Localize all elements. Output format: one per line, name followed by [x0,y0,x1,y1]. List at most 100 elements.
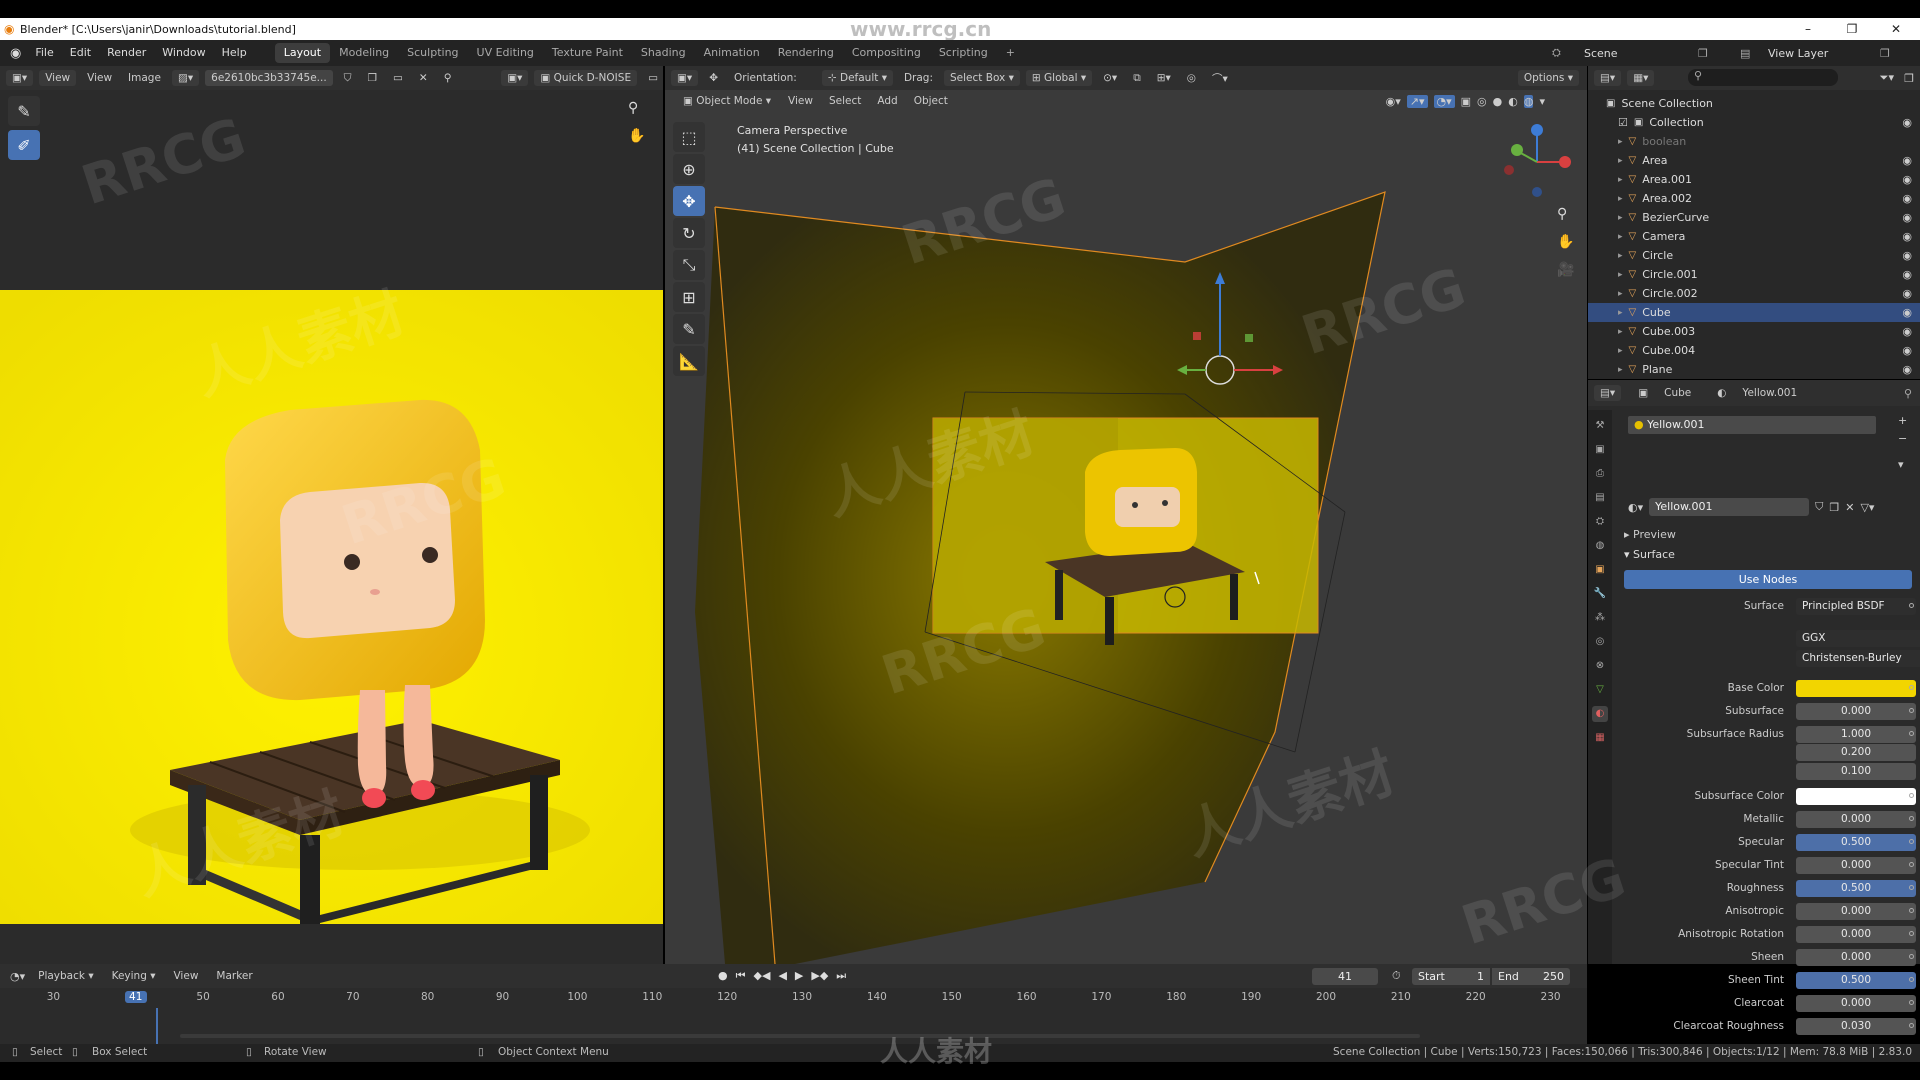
filter-icon[interactable]: ⏷▾ [1880,71,1894,85]
pin-icon[interactable]: ⚲ [1904,387,1912,400]
view-layer-tab-icon[interactable]: ▤ [1592,490,1608,506]
eye-icon[interactable]: ◉ [1902,344,1912,357]
eye-icon[interactable]: ◉ [1902,363,1912,376]
value-field[interactable]: 0.000 [1796,949,1916,966]
editor-type-icon[interactable]: ◔▾ [10,970,25,983]
expand-arrow-icon[interactable]: ▸ [1618,156,1623,166]
menu-edit[interactable]: Edit [62,40,99,66]
outliner-item[interactable]: ▸ ▽ Camera ◉ [1588,227,1920,246]
eye-icon[interactable]: ◉ [1902,211,1912,224]
object-tab-icon[interactable]: ▣ [1592,562,1608,578]
play-icon[interactable]: ▶ [795,969,803,983]
wireframe-shading-icon[interactable]: ◎ [1477,95,1487,108]
eye-icon[interactable]: ◉ [1902,325,1912,338]
data-tab-icon[interactable]: ▽ [1592,682,1608,698]
eye-icon[interactable]: ◉ [1902,192,1912,205]
tab-animation[interactable]: Animation [695,43,769,63]
texture-tab-icon[interactable]: ▦ [1592,730,1608,746]
outliner-item[interactable]: ▸ ▽ Area.001 ◉ [1588,170,1920,189]
prev-keyframe-icon[interactable]: ◆◀ [754,969,771,983]
expand-arrow-icon[interactable]: ▸ [1618,194,1623,204]
subsurface-method-dropdown[interactable]: Christensen-Burley [1796,650,1920,667]
world-tab-icon[interactable]: ◍ [1592,538,1608,554]
keyframe-dot-icon[interactable] [1909,816,1914,821]
eye-icon[interactable]: ◉ [1902,173,1912,186]
quick-denoise-button[interactable]: ▣ Quick D-NOISE [534,70,638,86]
color-swatch[interactable] [1796,788,1916,805]
expand-arrow-icon[interactable]: ▸ [1618,365,1623,375]
tab-scripting[interactable]: Scripting [930,43,997,63]
eye-icon[interactable]: ◉ [1902,249,1912,262]
keyframe-dot-icon[interactable] [1909,793,1914,798]
view-mode-dropdown[interactable]: View [39,70,77,86]
render-slot-icon[interactable]: ▭ [643,70,663,86]
scene-tab-icon[interactable]: ⛭ [1592,514,1608,530]
keyframe-dot-icon[interactable] [1909,885,1914,890]
pin-icon[interactable]: ⚲ [439,70,457,86]
hand-pan-icon[interactable]: ✋ [628,128,645,144]
material-slot-item[interactable]: ● Yellow.001 [1628,416,1876,434]
outliner-item[interactable]: ▸ ▽ BezierCurve ◉ [1588,208,1920,227]
outliner-item[interactable]: ▸ ▽ Plane ◉ [1588,360,1920,379]
value-field[interactable]: 0.500 [1796,880,1916,897]
eye-icon[interactable]: ◉ [1902,268,1912,281]
material-shading-icon[interactable]: ◐ [1508,95,1518,108]
tab-texture-paint[interactable]: Texture Paint [543,43,632,63]
pivot-icon[interactable]: ⊙▾ [1098,70,1122,86]
preview-panel-header[interactable]: ▸ Preview [1624,528,1676,541]
display-channels-icon[interactable]: ▣▾ [501,70,529,86]
outliner-item[interactable]: ▸ ▽ Circle.001 ◉ [1588,265,1920,284]
annotate-tool-icon[interactable]: ✎ [673,314,705,344]
blender-menu-icon[interactable]: ◉ [10,46,21,61]
snap-icon[interactable]: ⧉ [1128,70,1146,87]
menu-keying[interactable]: Keying ▾ [107,968,161,984]
keyframe-dot-icon[interactable] [1909,1000,1914,1005]
menu-render[interactable]: Render [99,40,154,66]
editor-type-icon[interactable]: ▣▾ [671,70,699,86]
outliner-item[interactable]: ▸ ▽ Area.002 ◉ [1588,189,1920,208]
view-layer-selector[interactable]: View Layer [1768,47,1828,60]
outliner-item[interactable]: ▸ ▽ Cube ◉ [1588,303,1920,322]
expand-arrow-icon[interactable]: ▸ [1618,308,1623,318]
zoom-icon[interactable]: ⚲ [628,100,638,116]
outliner-item[interactable]: ▸ ▽ boolean [1588,132,1920,151]
transform-tool-icon[interactable]: ⊞ [673,282,705,312]
slot-menu-icon[interactable]: ▾ [1898,458,1904,471]
clock-icon[interactable]: ⏱ [1392,969,1401,983]
close-button[interactable]: ✕ [1876,18,1916,40]
menu-image[interactable]: Image [123,70,166,86]
duplicate-icon[interactable]: ❐ [1829,501,1839,514]
timeline-scrollbar[interactable] [180,1034,1420,1038]
current-frame-field[interactable]: 41 [1312,967,1378,985]
value-field[interactable]: 0.000 [1796,926,1916,943]
frame-ruler[interactable]: 30 41 50 60 70 80 90 100 110 120 130 140 150 160 170 18… [0,988,1587,1008]
eye-icon[interactable]: ◉ [1902,116,1912,129]
navigation-gizmo[interactable] [1497,122,1577,202]
menu-file[interactable]: File [27,40,61,66]
tab-sculpting[interactable]: Sculpting [398,43,467,63]
keyframe-dot-icon[interactable] [1909,603,1914,608]
keyframe-dot-icon[interactable] [1909,977,1914,982]
value-field[interactable]: 0.500 [1796,972,1916,989]
expand-arrow-icon[interactable]: ▸ [1618,289,1623,299]
keyframe-dot-icon[interactable] [1909,954,1914,959]
jump-end-icon[interactable]: ⏭ [836,969,846,983]
tab-modeling[interactable]: Modeling [330,43,398,63]
measure-tool-icon[interactable]: 📐 [673,346,705,376]
menu-view[interactable]: View [82,70,117,86]
expand-arrow-icon[interactable]: ▸ [1618,137,1623,147]
keyframe-dot-icon[interactable] [1909,708,1914,713]
play-reverse-icon[interactable]: ◀ [778,969,786,983]
new-view-layer-icon[interactable]: ❐ [1880,47,1890,60]
color-swatch[interactable] [1796,680,1916,697]
value-field[interactable]: 0.000 [1796,995,1916,1012]
editor-type-icon[interactable]: ▣▾ [6,70,34,86]
distribution-dropdown[interactable]: GGX [1796,630,1920,647]
image-name-field[interactable]: 6e2610bc3b33745e... [205,70,333,86]
menu-view[interactable]: View [168,968,203,984]
zoom-icon[interactable]: ⚲ [1557,206,1567,222]
use-nodes-button[interactable]: Use Nodes [1624,570,1912,589]
value-field[interactable]: 0.500 [1796,834,1916,851]
outliner-item[interactable]: ▸ ▽ Area ◉ [1588,151,1920,170]
scene-selector[interactable]: Scene [1584,47,1618,60]
